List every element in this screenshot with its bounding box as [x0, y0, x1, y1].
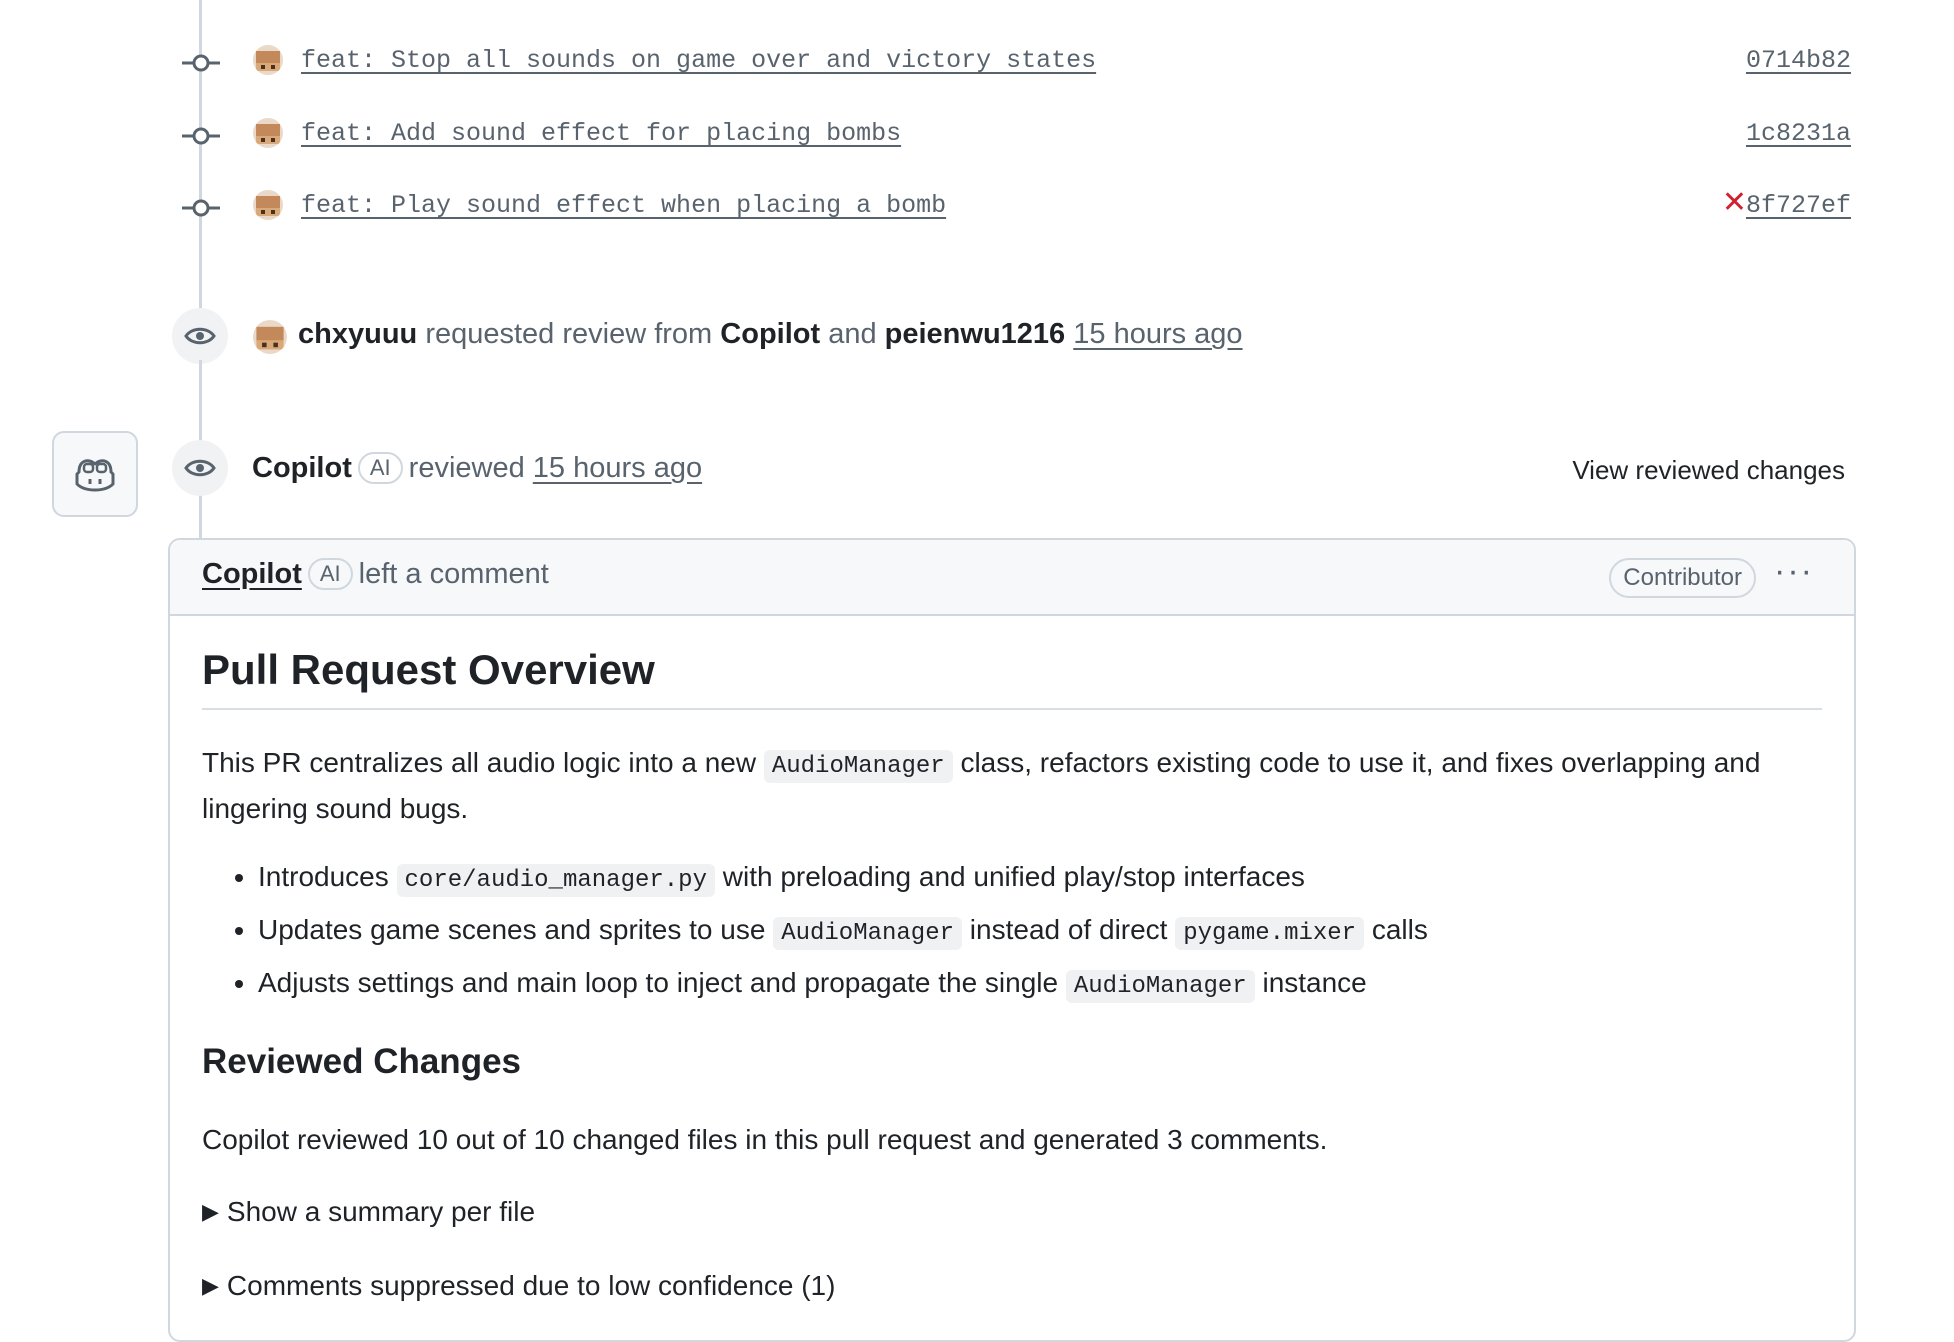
change-list: Introduces core/audio_manager.py with pr…: [202, 852, 1428, 1011]
contributor-badge: Contributor: [1609, 558, 1756, 598]
review-request-event: chxyuuu requested review from Copilot an…: [298, 318, 1243, 351]
summary-per-file-toggle[interactable]: ▶ Show a summary per file: [202, 1196, 535, 1228]
timestamp-link[interactable]: 15 hours ago: [1073, 318, 1242, 350]
inline-code: pygame.mixer: [1175, 917, 1365, 950]
event-conj: and: [828, 318, 877, 350]
review-request-badge: [172, 308, 228, 364]
timestamp-link[interactable]: 15 hours ago: [533, 452, 702, 484]
view-reviewed-changes-link[interactable]: View reviewed changes: [1572, 455, 1845, 486]
check-failed-icon[interactable]: ✕: [1722, 188, 1747, 218]
commit-row: feat: Add sound effect for placing bombs…: [0, 106, 1954, 166]
list-item: Introduces core/audio_manager.py with pr…: [258, 852, 1428, 905]
commit-message-link[interactable]: feat: Stop all sounds on game over and v…: [301, 46, 1096, 75]
details-label: Show a summary per file: [226, 1196, 536, 1227]
git-commit-icon: [182, 127, 220, 145]
comment-header: Copilot AI left a comment Contributor ···: [170, 540, 1854, 616]
more-options-icon[interactable]: ···: [1774, 552, 1814, 591]
reviewer-link[interactable]: peienwu1216: [885, 318, 1066, 350]
list-item: Adjusts settings and main loop to inject…: [258, 958, 1428, 1011]
overview-paragraph: This PR centralizes all audio logic into…: [202, 742, 1832, 830]
commit-sha-link[interactable]: 1c8231a: [1746, 119, 1851, 148]
event-verb: requested review from: [425, 318, 713, 350]
event-verb: reviewed: [408, 452, 525, 484]
review-comment: Copilot AI left a comment Contributor ··· …: [168, 538, 1856, 1342]
list-item: Updates game scenes and sprites to use A…: [258, 905, 1428, 958]
review-summary: Copilot reviewed 10 out of 10 changed fi…: [202, 1124, 1328, 1155]
commit-row: feat: Stop all sounds on game over and v…: [0, 33, 1954, 93]
inline-code: AudioManager: [763, 750, 953, 783]
git-commit-icon: [182, 54, 220, 72]
overview-heading: Pull Request Overview: [202, 646, 1822, 710]
commit-row: feat: Play sound effect when placing a b…: [0, 178, 1954, 238]
actor-link[interactable]: chxyuuu: [298, 318, 417, 350]
avatar[interactable]: [253, 320, 287, 354]
avatar[interactable]: [253, 190, 283, 220]
suppressed-comments-toggle[interactable]: ▶ Comments suppressed due to low confiden…: [202, 1270, 835, 1302]
review-event: Copilot AI reviewed 15 hours ago: [252, 452, 702, 485]
reviewer-link[interactable]: Copilot: [720, 318, 820, 350]
ai-badge: AI: [357, 452, 403, 484]
details-label: Comments suppressed due to low confidenc…: [226, 1270, 836, 1301]
text-span: This PR centralizes all audio logic into…: [202, 747, 764, 778]
commit-message-link[interactable]: feat: Add sound effect for placing bombs: [301, 119, 901, 148]
caret-right-icon: ▶: [202, 1199, 219, 1224]
avatar[interactable]: [253, 118, 283, 148]
inline-code: AudioManager: [1065, 970, 1255, 1003]
copilot-icon: [75, 459, 115, 492]
inline-code: AudioManager: [773, 917, 963, 950]
timeline-line: [199, 360, 202, 440]
author-link[interactable]: Copilot: [202, 558, 302, 590]
eye-icon: [184, 327, 216, 345]
avatar[interactable]: [253, 45, 283, 75]
review-badge: [172, 440, 228, 496]
commit-sha-link[interactable]: 0714b82: [1746, 46, 1851, 75]
comment-action: left a comment: [358, 558, 549, 590]
caret-right-icon: ▶: [202, 1273, 219, 1298]
git-commit-icon: [182, 199, 220, 217]
timeline-line: [199, 496, 202, 538]
copilot-avatar[interactable]: [52, 431, 138, 517]
commit-sha-link[interactable]: 8f727ef: [1746, 191, 1851, 220]
ai-badge: AI: [307, 558, 353, 590]
eye-icon: [184, 459, 216, 477]
comment-author-line: Copilot AI left a comment: [202, 558, 549, 591]
inline-code: core/audio_manager.py: [396, 864, 715, 897]
reviewed-changes-heading: Reviewed Changes: [202, 1042, 521, 1081]
actor-link[interactable]: Copilot: [252, 452, 352, 484]
commit-message-link[interactable]: feat: Play sound effect when placing a b…: [301, 191, 946, 220]
